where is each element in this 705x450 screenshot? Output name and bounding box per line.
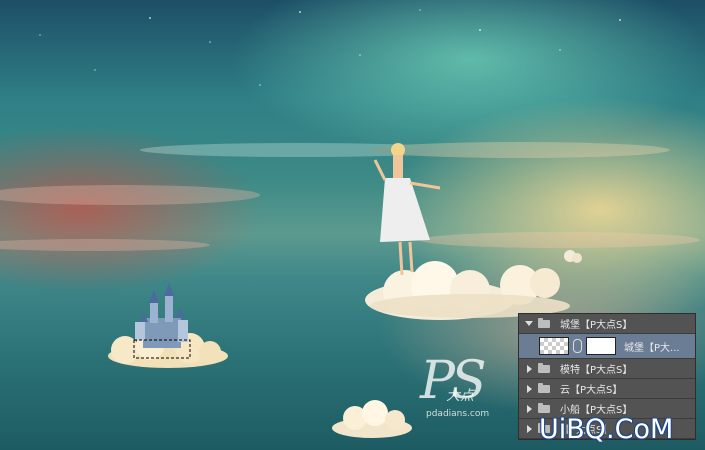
streak-clouds [0,142,700,251]
layer-mask-thumbnail[interactable] [586,337,616,355]
triangle-right-icon[interactable] [527,404,532,413]
folder-icon [538,317,550,328]
layer-label: 城堡【P大点S】 [560,320,633,331]
site-watermark: UiBQ.CoM [539,414,674,445]
layer-castle-selected[interactable]: 城堡【P大... [519,334,695,359]
cloud-bottom [332,400,412,438]
folder-icon [538,382,550,393]
triangle-right-icon[interactable] [527,424,532,433]
model-figure [373,143,441,276]
layer-label: 模特【P大点S】 [560,365,633,376]
chain-link-icon[interactable] [573,339,582,353]
ps-watermark: PS 大点 pdadians.com [420,355,489,419]
folder-icon [538,362,550,373]
triangle-down-icon[interactable] [525,321,533,326]
castle [135,283,188,348]
layer-group-castle[interactable]: 城堡【P大点S】 [519,314,695,334]
triangle-right-icon[interactable] [527,384,532,393]
layer-group-model[interactable]: 模特【P大点S】 [519,359,695,379]
folder-icon [538,402,550,413]
layer-label: 城堡【P大... [624,342,680,354]
stars [39,9,621,86]
layer-group-cloud[interactable]: 云【P大点S】 [519,379,695,399]
layer-thumbnail [539,337,569,355]
cloud-center [365,261,570,320]
watermark-site: pdadians.com [426,409,490,419]
triangle-right-icon[interactable] [527,364,532,373]
photo-canvas: PS 大点 pdadians.com 城堡【P大点S】 城堡【P大... 模特【… [0,0,705,450]
watermark-cn: 大点 [446,388,474,404]
layer-label: 云【P大点S】 [560,385,623,396]
cloud-tiny [564,250,582,263]
